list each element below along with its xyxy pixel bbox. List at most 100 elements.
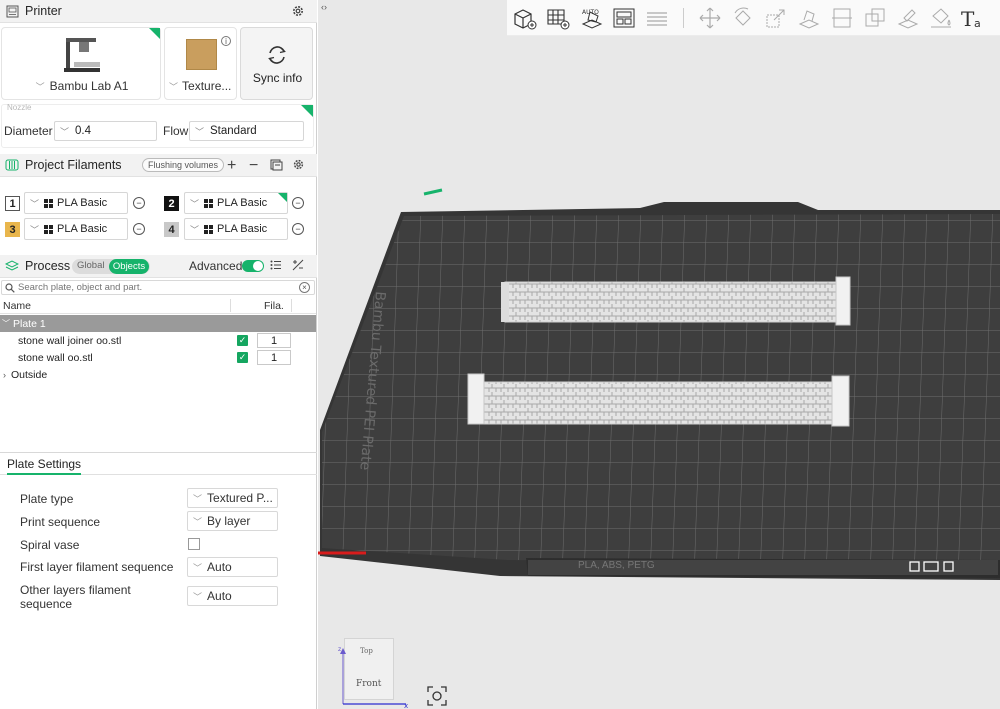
filament-1-badge[interactable]: 1	[5, 196, 20, 211]
filament-2-chevron-down-icon: ﹀	[190, 198, 200, 209]
diameter-chevron-down-icon: ﹀	[60, 126, 70, 137]
svg-text:a: a	[974, 17, 981, 30]
color-painting-icon[interactable]	[927, 4, 955, 32]
fit-view-icon[interactable]	[426, 685, 448, 707]
filament-4-name: PLA Basic	[217, 223, 268, 235]
filament-settings-gear-icon[interactable]	[292, 158, 305, 171]
rotate-icon[interactable]	[729, 4, 757, 32]
flow-value: Standard	[210, 125, 257, 137]
expand-chevron-right-icon[interactable]: ›	[3, 370, 6, 380]
process-title: Process	[25, 259, 71, 273]
filament-1-select[interactable]: ﹀ PLA Basic	[24, 192, 128, 214]
filament-2-badge[interactable]: 2	[164, 196, 179, 211]
add-plate-icon[interactable]	[544, 4, 572, 32]
print-sequence-select[interactable]: ﹀ By layer	[187, 511, 278, 531]
add-object-icon[interactable]	[511, 4, 539, 32]
build-plate-scene[interactable]	[318, 0, 1000, 709]
printer-synced-indicator	[149, 28, 160, 39]
printer-settings-gear-icon[interactable]	[291, 4, 305, 18]
bed-material-label: PLA, ABS, PETG	[578, 560, 655, 571]
plate-type-select[interactable]: ﹀ Textured P...	[187, 488, 278, 508]
object-row[interactable]: stone wall joiner oo.stl ✓ 1	[0, 332, 316, 349]
filament-3-remove-icon[interactable]: −	[133, 223, 145, 235]
info-icon[interactable]: i	[221, 36, 231, 46]
column-name[interactable]: Name	[3, 300, 31, 312]
tab-plate-settings[interactable]: Plate Settings	[7, 457, 82, 475]
diameter-select[interactable]: ﹀ 0.4	[54, 121, 157, 141]
filament-2-select[interactable]: ﹀ PLA Basic	[184, 192, 288, 214]
left-sidebar: Printer ﹀ Bambu Lab A1 i ﹀ Texture... Sy…	[0, 0, 317, 709]
tab-global[interactable]: Global	[77, 260, 104, 271]
print-sequence-chevron-down-icon: ﹀	[193, 516, 203, 527]
expand-chevron-down-icon[interactable]: ﹀	[2, 318, 10, 329]
plate-type-label: Plate type	[20, 492, 74, 506]
sync-icon	[266, 45, 288, 68]
plate-type-label: Texture...	[182, 79, 232, 93]
list-view-icon[interactable]	[270, 259, 282, 271]
object-count-field[interactable]: 1	[257, 333, 291, 348]
filament-2-name: PLA Basic	[217, 197, 268, 209]
flow-select[interactable]: ﹀ Standard	[189, 121, 304, 141]
other-layers-sequence-select[interactable]: ﹀ Auto	[187, 586, 278, 606]
filament-4-select[interactable]: ﹀ PLA Basic	[184, 218, 288, 240]
filament-sync-icon[interactable]	[270, 159, 283, 171]
other-layers-chevron-down-icon: ﹀	[193, 591, 203, 602]
clear-search-icon[interactable]: ×	[299, 282, 310, 293]
add-filament-icon[interactable]: +	[227, 157, 236, 175]
filament-4-remove-icon[interactable]: −	[292, 223, 304, 235]
filament-3-select[interactable]: ﹀ PLA Basic	[24, 218, 128, 240]
filament-3-name: PLA Basic	[57, 223, 108, 235]
object-list-header: Name Fila.	[0, 297, 316, 314]
move-icon[interactable]	[696, 4, 724, 32]
text-tool-icon[interactable]: Ta	[960, 4, 988, 32]
printer-model-card[interactable]: ﹀ Bambu Lab A1	[1, 27, 161, 100]
remove-filament-icon[interactable]: −	[249, 157, 258, 175]
sync-info-label: Sync info	[252, 71, 303, 85]
object-visible-checkbox[interactable]: ✓	[237, 352, 248, 363]
support-painting-icon[interactable]	[894, 4, 922, 32]
filament-2-remove-icon[interactable]: −	[292, 197, 304, 209]
scale-icon[interactable]	[762, 4, 790, 32]
object-name: stone wall joiner oo.stl	[18, 334, 122, 347]
column-filament[interactable]: Fila.	[264, 300, 284, 312]
cut-icon[interactable]	[828, 4, 856, 32]
first-layer-sequence-select[interactable]: ﹀ Auto	[187, 557, 278, 577]
other-layers-sequence-label-line2: sequence	[20, 597, 73, 611]
object-row[interactable]: stone wall oo.stl ✓ 1	[0, 349, 316, 366]
filaments-title: Project Filaments	[25, 158, 122, 172]
panel-splitter[interactable]	[0, 452, 317, 453]
bambu-logo-icon	[204, 224, 214, 234]
advanced-toggle[interactable]	[242, 260, 264, 272]
process-scope-toggle[interactable]: Global Objects	[72, 259, 150, 274]
auto-orient-icon[interactable]: AUTO	[578, 4, 606, 32]
plate-row[interactable]: ﹀ Plate 1	[0, 315, 316, 332]
arrange-icon[interactable]	[610, 4, 638, 32]
advanced-label: Advanced	[189, 259, 243, 273]
compare-icon[interactable]	[292, 259, 304, 271]
object-count-field[interactable]: 1	[257, 350, 291, 365]
filament-1-remove-icon[interactable]: −	[133, 197, 145, 209]
split-layers-icon[interactable]	[643, 4, 671, 32]
3d-viewport[interactable]: ‹› Bambu Textured PEI Plate PLA, ABS, PE…	[318, 0, 1000, 709]
spiral-vase-label: Spiral vase	[20, 538, 80, 552]
filament-4-badge[interactable]: 4	[164, 222, 179, 237]
sync-info-button[interactable]: Sync info	[240, 27, 313, 100]
filament-3-badge[interactable]: 3	[5, 222, 20, 237]
boolean-icon[interactable]	[861, 4, 889, 32]
outside-row[interactable]: › Outside	[0, 366, 316, 383]
filament-1-chevron-down-icon: ﹀	[30, 198, 40, 209]
lay-on-face-icon[interactable]	[795, 4, 823, 32]
diameter-value: 0.4	[75, 125, 92, 137]
flushing-volumes-button[interactable]: Flushing volumes	[142, 158, 225, 172]
tab-objects[interactable]: Objects	[109, 259, 149, 274]
spiral-vase-checkbox[interactable]	[188, 538, 200, 550]
stone-wall-model[interactable]	[467, 373, 850, 427]
object-search-box[interactable]: ×	[1, 280, 315, 295]
nozzle-label: Nozzle	[7, 103, 32, 112]
plate-type-card[interactable]: i ﹀ Texture...	[164, 27, 237, 100]
object-visible-checkbox[interactable]: ✓	[237, 335, 248, 346]
search-input[interactable]	[18, 281, 300, 294]
stone-wall-joiner-model[interactable]	[501, 276, 851, 326]
svg-text:AUTO: AUTO	[582, 9, 599, 16]
filament-2-synced-indicator	[278, 193, 287, 202]
